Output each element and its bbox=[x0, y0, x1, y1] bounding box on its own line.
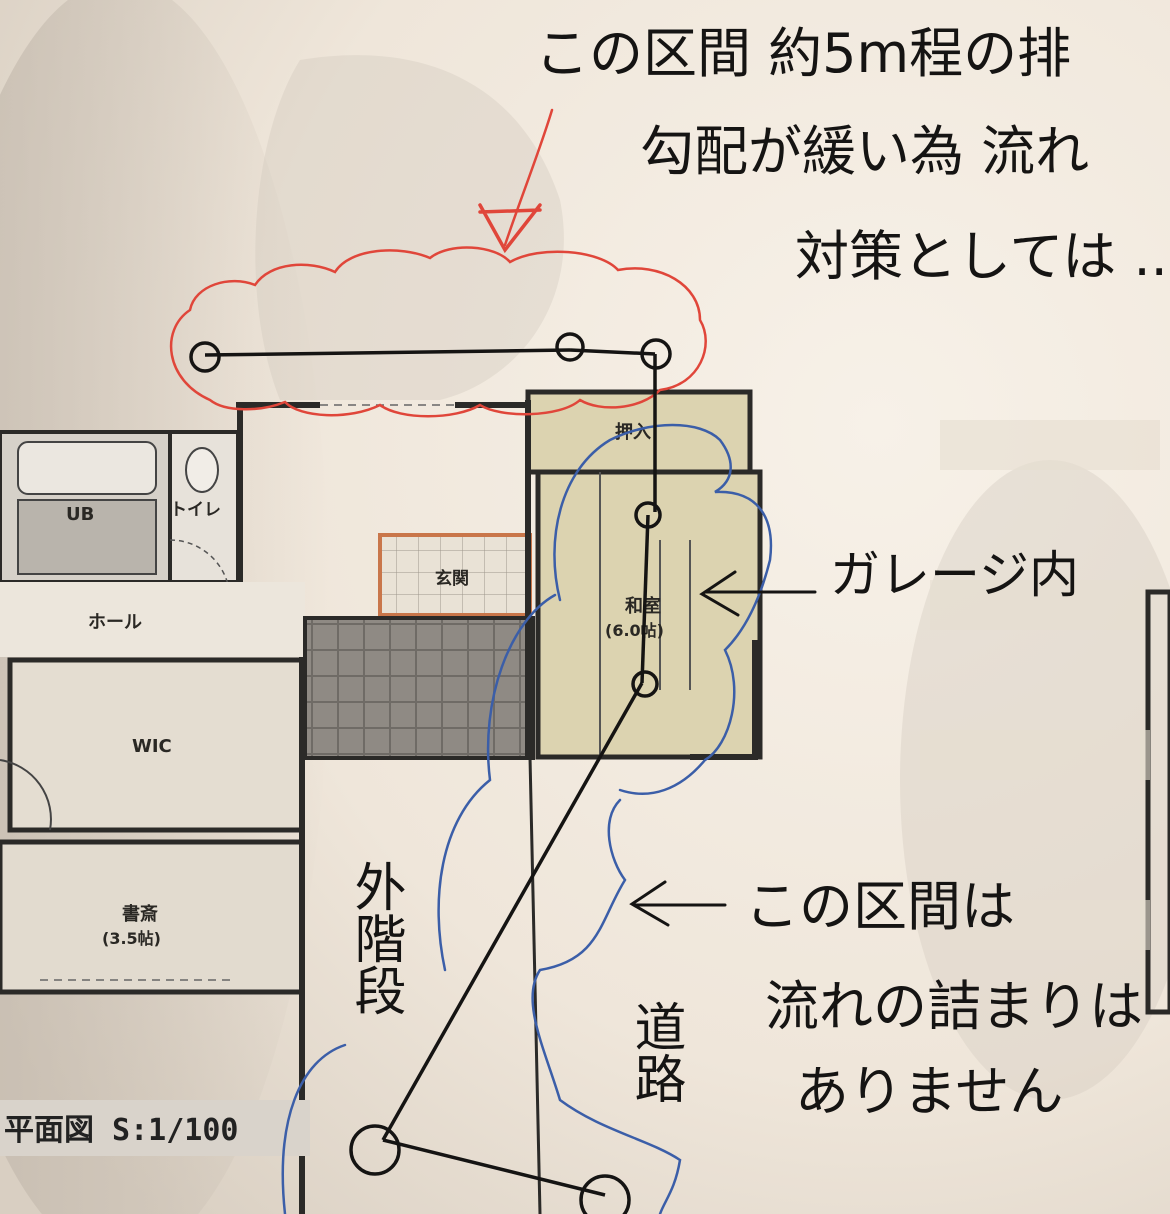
room-label-genkan: 玄関 bbox=[435, 568, 469, 589]
note-top-line-1: この区間 約5m程の排 bbox=[535, 22, 1071, 85]
hall-area bbox=[0, 582, 305, 657]
note-mid-line-3: ありません bbox=[795, 1060, 1063, 1123]
room-label-shosai: 書斎 bbox=[122, 903, 158, 925]
room-label-toilet: トイレ bbox=[170, 500, 221, 520]
bathtub bbox=[17, 441, 157, 495]
note-top-line-2: 勾配が緩い為 流れ bbox=[640, 120, 1089, 183]
room-label-washitsu-size: (6.0帖) bbox=[605, 621, 664, 640]
note-mid-line-1: この区間は bbox=[745, 875, 1015, 938]
floor-plan-photo: 平面図 S:1/100 押入 UB トイレ 玄関 和室 (6.0帖) ホール W… bbox=[0, 0, 1170, 1214]
room-label-shosai-size: (3.5帖) bbox=[102, 929, 161, 948]
note-garage: ガレージ内 bbox=[830, 546, 1079, 604]
right-faded-block-1 bbox=[940, 420, 1160, 470]
note-outside-stairs: 外階段 bbox=[345, 860, 405, 1016]
right-faded-block-3 bbox=[920, 730, 1150, 780]
stairs-area bbox=[303, 616, 535, 760]
room-label-hall: ホール bbox=[88, 612, 142, 633]
note-mid-line-2: 流れの詰まりは bbox=[765, 975, 1143, 1038]
scale-label: 平面図 S:1/100 bbox=[4, 1113, 239, 1148]
toilet-bowl bbox=[185, 447, 219, 493]
room-label-ub: UB bbox=[66, 504, 94, 525]
room-label-wic: WIC bbox=[132, 736, 172, 757]
note-road: 道路 bbox=[625, 1000, 685, 1104]
note-top-line-3: 対策としては ... bbox=[795, 225, 1170, 288]
